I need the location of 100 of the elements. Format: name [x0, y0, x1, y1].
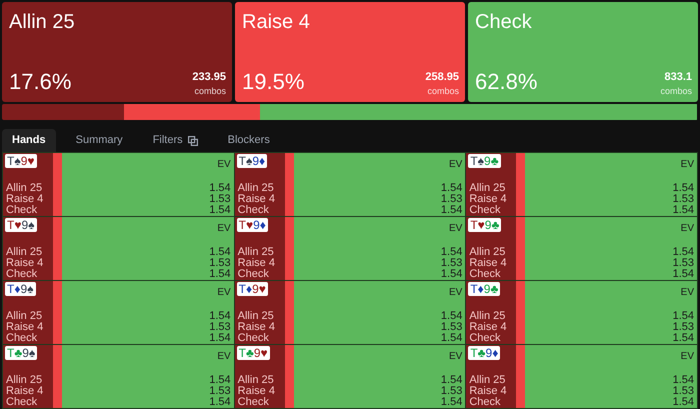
- ev-value: 1.54: [440, 311, 462, 322]
- hand-label: T♠9♥: [5, 154, 37, 168]
- ev-label: EV: [217, 158, 231, 172]
- allin-strip: [3, 281, 53, 344]
- action-name: Check: [238, 205, 269, 216]
- hand-label: T♠9♣: [468, 154, 501, 168]
- action-name: Raise 4: [238, 322, 275, 333]
- ev-value: 1.53: [672, 386, 694, 397]
- combos-count: 833.1: [664, 70, 692, 84]
- tab[interactable]: Summary: [66, 129, 133, 152]
- hand-label: T♦9♣: [468, 282, 500, 296]
- action-name: Allin 25: [469, 183, 506, 194]
- combos-label: combos: [660, 84, 692, 98]
- hand-label: T♣9♠: [5, 346, 38, 360]
- hand-label: T♥9♠: [5, 218, 37, 232]
- ev-value: 1.53: [672, 322, 694, 333]
- ev-value: 1.54: [440, 397, 462, 408]
- ev-value: 1.54: [440, 375, 462, 386]
- ev-value: 1.54: [209, 333, 231, 344]
- ev-label: EV: [680, 350, 694, 364]
- tab[interactable]: Filters: [142, 129, 208, 152]
- action-name: Check: [6, 333, 38, 344]
- ev-value: 1.53: [209, 258, 231, 269]
- ev-value: 1.54: [440, 247, 462, 258]
- action-name: Raise 4: [238, 386, 275, 397]
- allin-strip: [234, 153, 285, 216]
- ev-value: 1.54: [672, 375, 694, 386]
- ev-label: EV: [448, 222, 462, 236]
- action-name: Raise 4: [469, 386, 507, 397]
- ev-label: EV: [680, 222, 694, 236]
- ev-value: 1.54: [672, 247, 694, 258]
- action-name: Raise 4: [6, 258, 44, 269]
- action-name: Allin 25: [238, 183, 274, 194]
- action-name: Raise 4: [6, 194, 44, 205]
- action-name: Check: [469, 205, 501, 216]
- allin-strip: [466, 345, 516, 408]
- action-title: Allin 25: [9, 10, 75, 35]
- ev-value: 1.53: [440, 194, 462, 205]
- ev-value: 1.53: [440, 322, 462, 333]
- action-title: Check: [475, 10, 532, 35]
- combos-label: combos: [194, 84, 226, 98]
- ev-value: 1.54: [440, 269, 462, 280]
- allin-strip: [3, 217, 53, 280]
- ev-value: 1.54: [209, 269, 231, 280]
- action-title: Raise 4: [242, 10, 310, 35]
- ev-value: 1.54: [672, 183, 694, 194]
- raise-strip: [53, 345, 62, 408]
- action-name: Check: [469, 397, 501, 408]
- ev-value: 1.54: [440, 333, 462, 344]
- ev-value: 1.54: [209, 183, 231, 194]
- ev-label: EV: [217, 286, 231, 300]
- action-name: Check: [238, 333, 269, 344]
- ev-value: 1.54: [209, 397, 231, 408]
- hand-label: T♥9♦: [236, 218, 268, 232]
- action-name: Allin 25: [238, 311, 274, 322]
- ev-value: 1.54: [209, 375, 231, 386]
- raise-strip: [516, 217, 526, 280]
- tab[interactable]: Hands: [2, 129, 56, 152]
- allin-strip: [466, 281, 516, 344]
- allin-strip: [234, 345, 285, 408]
- ev-label: EV: [448, 158, 462, 172]
- action-name: Allin 25: [238, 247, 274, 258]
- ev-value: 1.54: [440, 183, 462, 194]
- action-name: Raise 4: [6, 322, 44, 333]
- hand-label: T♣9♥: [236, 346, 270, 360]
- ev-value: 1.54: [672, 397, 694, 408]
- action-name: Check: [238, 269, 269, 280]
- action-percent: 17.6%: [9, 68, 72, 96]
- action-name: Allin 25: [238, 375, 274, 386]
- action-name: Raise 4: [238, 258, 275, 269]
- ev-value: 1.53: [209, 386, 231, 397]
- ev-label: EV: [448, 286, 462, 300]
- ev-value: 1.53: [209, 194, 231, 205]
- ev-label: EV: [680, 158, 694, 172]
- ev-value: 1.53: [672, 194, 694, 205]
- action-name: Check: [6, 397, 38, 408]
- action-name: Allin 25: [6, 183, 42, 194]
- tab[interactable]: Blockers: [218, 129, 280, 152]
- action-name: Check: [469, 269, 501, 280]
- hand-label: T♣9♦: [468, 346, 500, 360]
- hand-label: T♥9♣: [468, 218, 502, 232]
- action-percent: 19.5%: [242, 68, 304, 96]
- action-percent: 62.8%: [475, 68, 538, 96]
- action-name: Check: [6, 269, 38, 280]
- action-name: Allin 25: [6, 375, 42, 386]
- action-name: Allin 25: [469, 375, 506, 386]
- action-name: Raise 4: [238, 194, 275, 205]
- action-name: Check: [469, 333, 501, 344]
- combos-count: 233.95: [192, 70, 226, 84]
- ev-value: 1.54: [672, 269, 694, 280]
- raise-strip: [53, 217, 62, 280]
- ev-label: EV: [680, 286, 694, 300]
- ev-value: 1.53: [440, 258, 462, 269]
- ev-label: EV: [217, 222, 231, 236]
- ev-value: 1.53: [672, 258, 694, 269]
- action-name: Allin 25: [469, 311, 506, 322]
- action-name: Raise 4: [469, 258, 507, 269]
- combos-count: 258.95: [425, 70, 459, 84]
- action-name: Raise 4: [6, 386, 44, 397]
- ev-value: 1.53: [440, 386, 462, 397]
